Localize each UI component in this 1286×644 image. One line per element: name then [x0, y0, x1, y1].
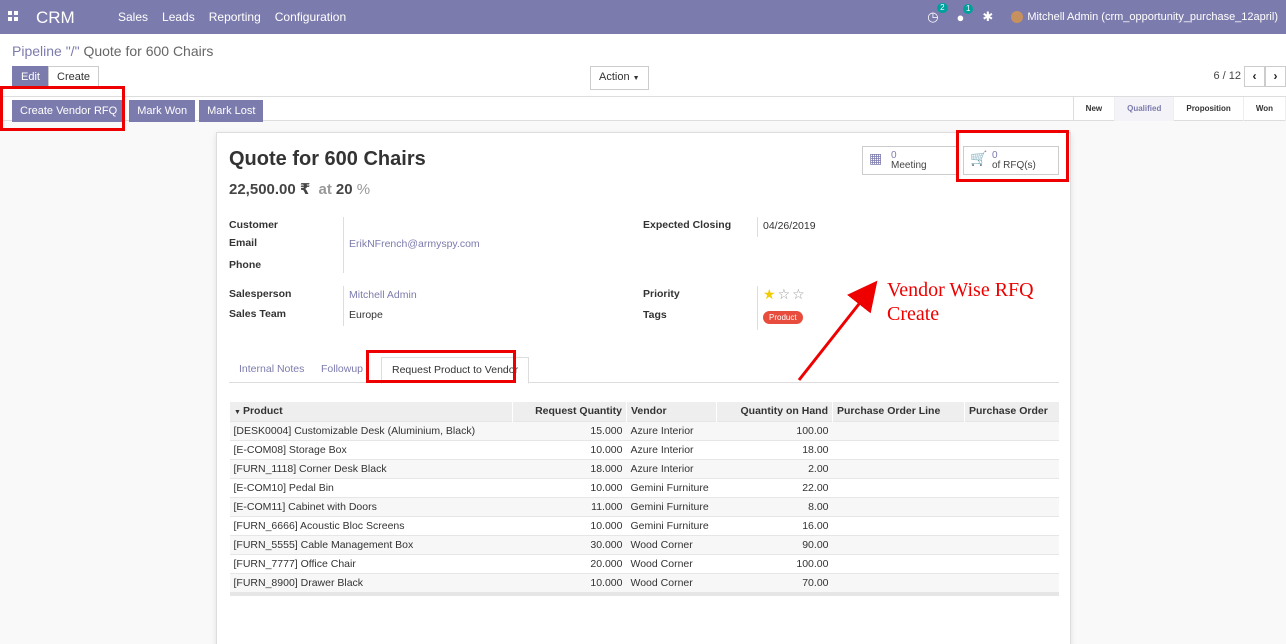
annotation-line-1: Vendor Wise RFQ: [887, 279, 1034, 301]
annotation-arrow: [797, 280, 878, 381]
annotation-line-2: Create: [887, 303, 940, 325]
annotation-text: Vendor Wise RFQ Create: [887, 278, 1034, 326]
